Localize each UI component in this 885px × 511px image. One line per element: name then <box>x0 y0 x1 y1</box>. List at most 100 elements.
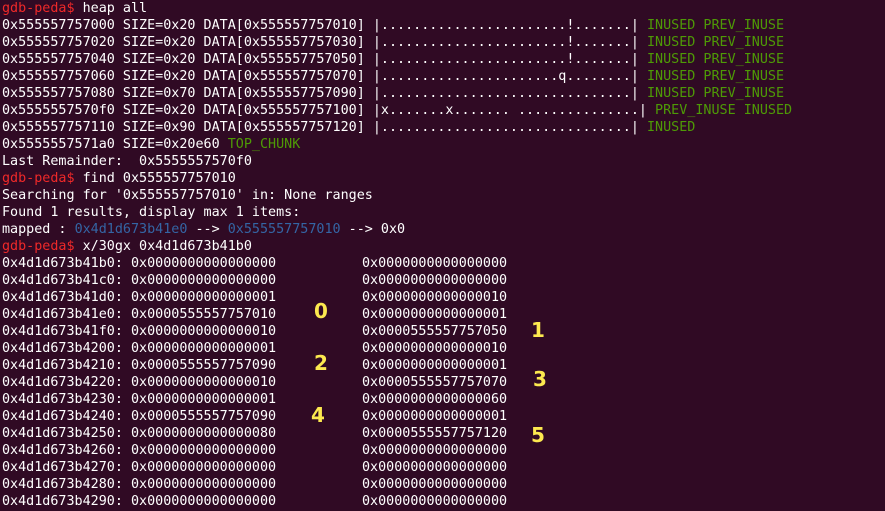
memory-row: 0x4d1d673b4260: 0x0000000000000000 0x0000… <box>2 442 507 459</box>
memory-row: 0x4d1d673b4200: 0x0000000000000001 0x0000… <box>2 340 507 357</box>
command-text: heap all <box>82 1 148 16</box>
target-address: 0x555557757010 <box>227 222 341 237</box>
heap-chunk-text: 0x555557757000 SIZE=0x20 DATA[0x55555775… <box>2 18 639 33</box>
command-text: find 0x555557757010 <box>82 171 236 186</box>
heap-chunk-line: 0x555557757020 SIZE=0x20 DATA[0x55555775… <box>2 34 784 51</box>
search-status-line: Searching for '0x555557757010' in: None … <box>2 188 373 203</box>
command-line: gdb-peda$ find 0x555557757010 <box>2 170 236 187</box>
memory-address: 0x4d1d673b4270: <box>2 460 123 475</box>
annotation-marker: 5 <box>531 423 545 447</box>
memory-value: 0x0000000000000000 <box>131 443 277 458</box>
heap-chunk-line: 0x5555557570f0 SIZE=0x20 DATA[0x55555775… <box>2 102 792 119</box>
memory-row: 0x4d1d673b4290: 0x0000000000000000 0x0000… <box>2 493 507 510</box>
memory-row: 0x4d1d673b41d0: 0x0000000000000001 0x0000… <box>2 289 507 306</box>
memory-value: 0x0000000000000001 <box>131 392 277 407</box>
arrow-end: --> 0x0 <box>340 222 406 237</box>
memory-row: 0x4d1d673b41f0: 0x0000000000000010 0x0000… <box>2 323 507 340</box>
memory-address: 0x4d1d673b4260: <box>2 443 123 458</box>
memory-value: 0x0000555557757070 <box>362 375 508 390</box>
memory-value: 0x0000555557757120 <box>362 426 508 441</box>
memory-row: 0x4d1d673b41e0: 0x0000555557757010 0x0000… <box>2 306 507 323</box>
heap-chunk-line: 0x555557757060 SIZE=0x20 DATA[0x55555775… <box>2 68 784 85</box>
heap-chunk-line: 0x5555557571a0 SIZE=0x20e60 TOP_CHUNK <box>2 136 300 153</box>
mapped-prefix: mapped : <box>2 222 75 237</box>
chunk-flags: INUSED PREV_INUSE <box>646 52 785 67</box>
chunk-flags: INUSED PREV_INUSE <box>646 69 785 84</box>
prompt: gdb-peda$ <box>2 171 75 186</box>
command-text: x/30gx 0x4d1d673b41b0 <box>82 239 252 254</box>
memory-value: 0x0000000000000010 <box>362 290 508 305</box>
chunk-flags: TOP_CHUNK <box>227 137 301 152</box>
memory-row: 0x4d1d673b41c0: 0x0000000000000000 0x0000… <box>2 272 507 289</box>
found-results-line: Found 1 results, display max 1 items: <box>2 205 301 220</box>
memory-value: 0x0000000000000000 <box>131 494 277 509</box>
annotation-marker: 4 <box>311 403 325 427</box>
memory-value: 0x0000555557757090 <box>131 409 277 424</box>
memory-value: 0x0000555557757050 <box>362 324 508 339</box>
memory-address: 0x4d1d673b4290: <box>2 494 123 509</box>
heap-chunk-line: 0x555557757080 SIZE=0x70 DATA[0x55555775… <box>2 85 784 102</box>
heap-chunk-text: 0x5555557570f0 SIZE=0x20 DATA[0x55555775… <box>2 103 647 118</box>
chunk-flags: INUSED PREV_INUSE <box>646 86 785 101</box>
memory-value: 0x0000000000000010 <box>131 375 277 390</box>
mapped-result-line: mapped : 0x4d1d673b41e0 --> 0x5555577570… <box>2 221 405 238</box>
command-line: gdb-peda$ x/30gx 0x4d1d673b41b0 <box>2 238 252 255</box>
memory-value: 0x0000000000000001 <box>362 409 508 424</box>
memory-value: 0x0000555557757090 <box>131 358 277 373</box>
memory-row: 0x4d1d673b4280: 0x0000000000000000 0x0000… <box>2 476 507 493</box>
memory-address: 0x4d1d673b4220: <box>2 375 123 390</box>
memory-address: 0x4d1d673b41f0: <box>2 324 123 339</box>
memory-value: 0x0000000000000000 <box>362 494 508 509</box>
command-line: gdb-peda$ heap all <box>2 0 147 17</box>
memory-address: 0x4d1d673b4280: <box>2 477 123 492</box>
memory-address: 0x4d1d673b41e0: <box>2 307 123 322</box>
memory-address: 0x4d1d673b4230: <box>2 392 123 407</box>
memory-value: 0x0000000000000000 <box>131 273 277 288</box>
memory-address: 0x4d1d673b4240: <box>2 409 123 424</box>
annotation-marker: 0 <box>314 299 328 323</box>
annotation-marker: 3 <box>533 367 547 391</box>
memory-address: 0x4d1d673b4200: <box>2 341 123 356</box>
memory-address: 0x4d1d673b41c0: <box>2 273 123 288</box>
heap-chunk-text: 0x555557757080 SIZE=0x70 DATA[0x55555775… <box>2 86 639 101</box>
memory-value: 0x0000000000000000 <box>362 477 508 492</box>
memory-value: 0x0000000000000000 <box>362 273 508 288</box>
annotation-marker: 1 <box>531 318 545 342</box>
memory-value: 0x0000000000000010 <box>362 341 508 356</box>
heap-chunk-text: 0x5555557571a0 SIZE=0x20e60 <box>2 137 220 152</box>
memory-row: 0x4d1d673b4230: 0x0000000000000001 0x0000… <box>2 391 507 408</box>
memory-row: 0x4d1d673b4210: 0x0000555557757090 0x0000… <box>2 357 507 374</box>
heap-chunk-line: 0x555557757110 SIZE=0x90 DATA[0x55555775… <box>2 119 695 136</box>
memory-row: 0x4d1d673b4270: 0x0000000000000000 0x0000… <box>2 459 507 476</box>
annotation-marker: 2 <box>314 351 328 375</box>
heap-chunk-text: 0x555557757020 SIZE=0x20 DATA[0x55555775… <box>2 35 639 50</box>
memory-value: 0x0000000000000000 <box>362 256 508 271</box>
memory-value: 0x0000000000000001 <box>362 307 508 322</box>
memory-address: 0x4d1d673b4250: <box>2 426 123 441</box>
prompt: gdb-peda$ <box>2 1 75 16</box>
memory-row: 0x4d1d673b4250: 0x0000000000000080 0x0000… <box>2 425 507 442</box>
heap-chunk-line: 0x555557757040 SIZE=0x20 DATA[0x55555775… <box>2 51 784 68</box>
heap-chunk-text: 0x555557757040 SIZE=0x20 DATA[0x55555775… <box>2 52 639 67</box>
memory-value: 0x0000000000000001 <box>362 358 508 373</box>
chunk-flags: INUSED <box>646 120 696 135</box>
memory-value: 0x0000000000000000 <box>131 256 277 271</box>
memory-value: 0x0000000000000010 <box>131 324 277 339</box>
memory-value: 0x0000000000000000 <box>362 443 508 458</box>
heap-chunk-text: 0x555557757110 SIZE=0x90 DATA[0x55555775… <box>2 120 639 135</box>
memory-value: 0x0000000000000080 <box>131 426 277 441</box>
memory-value: 0x0000000000000000 <box>131 460 277 475</box>
mapped-address: 0x4d1d673b41e0 <box>74 222 188 237</box>
memory-value: 0x0000000000000000 <box>131 477 277 492</box>
chunk-flags: INUSED PREV_INUSE <box>646 18 785 33</box>
memory-address: 0x4d1d673b41b0: <box>2 256 123 271</box>
arrow: --> <box>187 222 228 237</box>
prompt: gdb-peda$ <box>2 239 75 254</box>
memory-address: 0x4d1d673b4210: <box>2 358 123 373</box>
heap-chunk-line: 0x555557757000 SIZE=0x20 DATA[0x55555775… <box>2 17 784 34</box>
memory-row: 0x4d1d673b4240: 0x0000555557757090 0x0000… <box>2 408 507 425</box>
terminal-window[interactable]: gdb-peda$ heap all 0x555557757000 SIZE=0… <box>0 0 885 511</box>
memory-value: 0x0000000000000001 <box>131 341 277 356</box>
memory-row: 0x4d1d673b41b0: 0x0000000000000000 0x0000… <box>2 255 507 272</box>
memory-value: 0x0000000000000001 <box>131 290 277 305</box>
